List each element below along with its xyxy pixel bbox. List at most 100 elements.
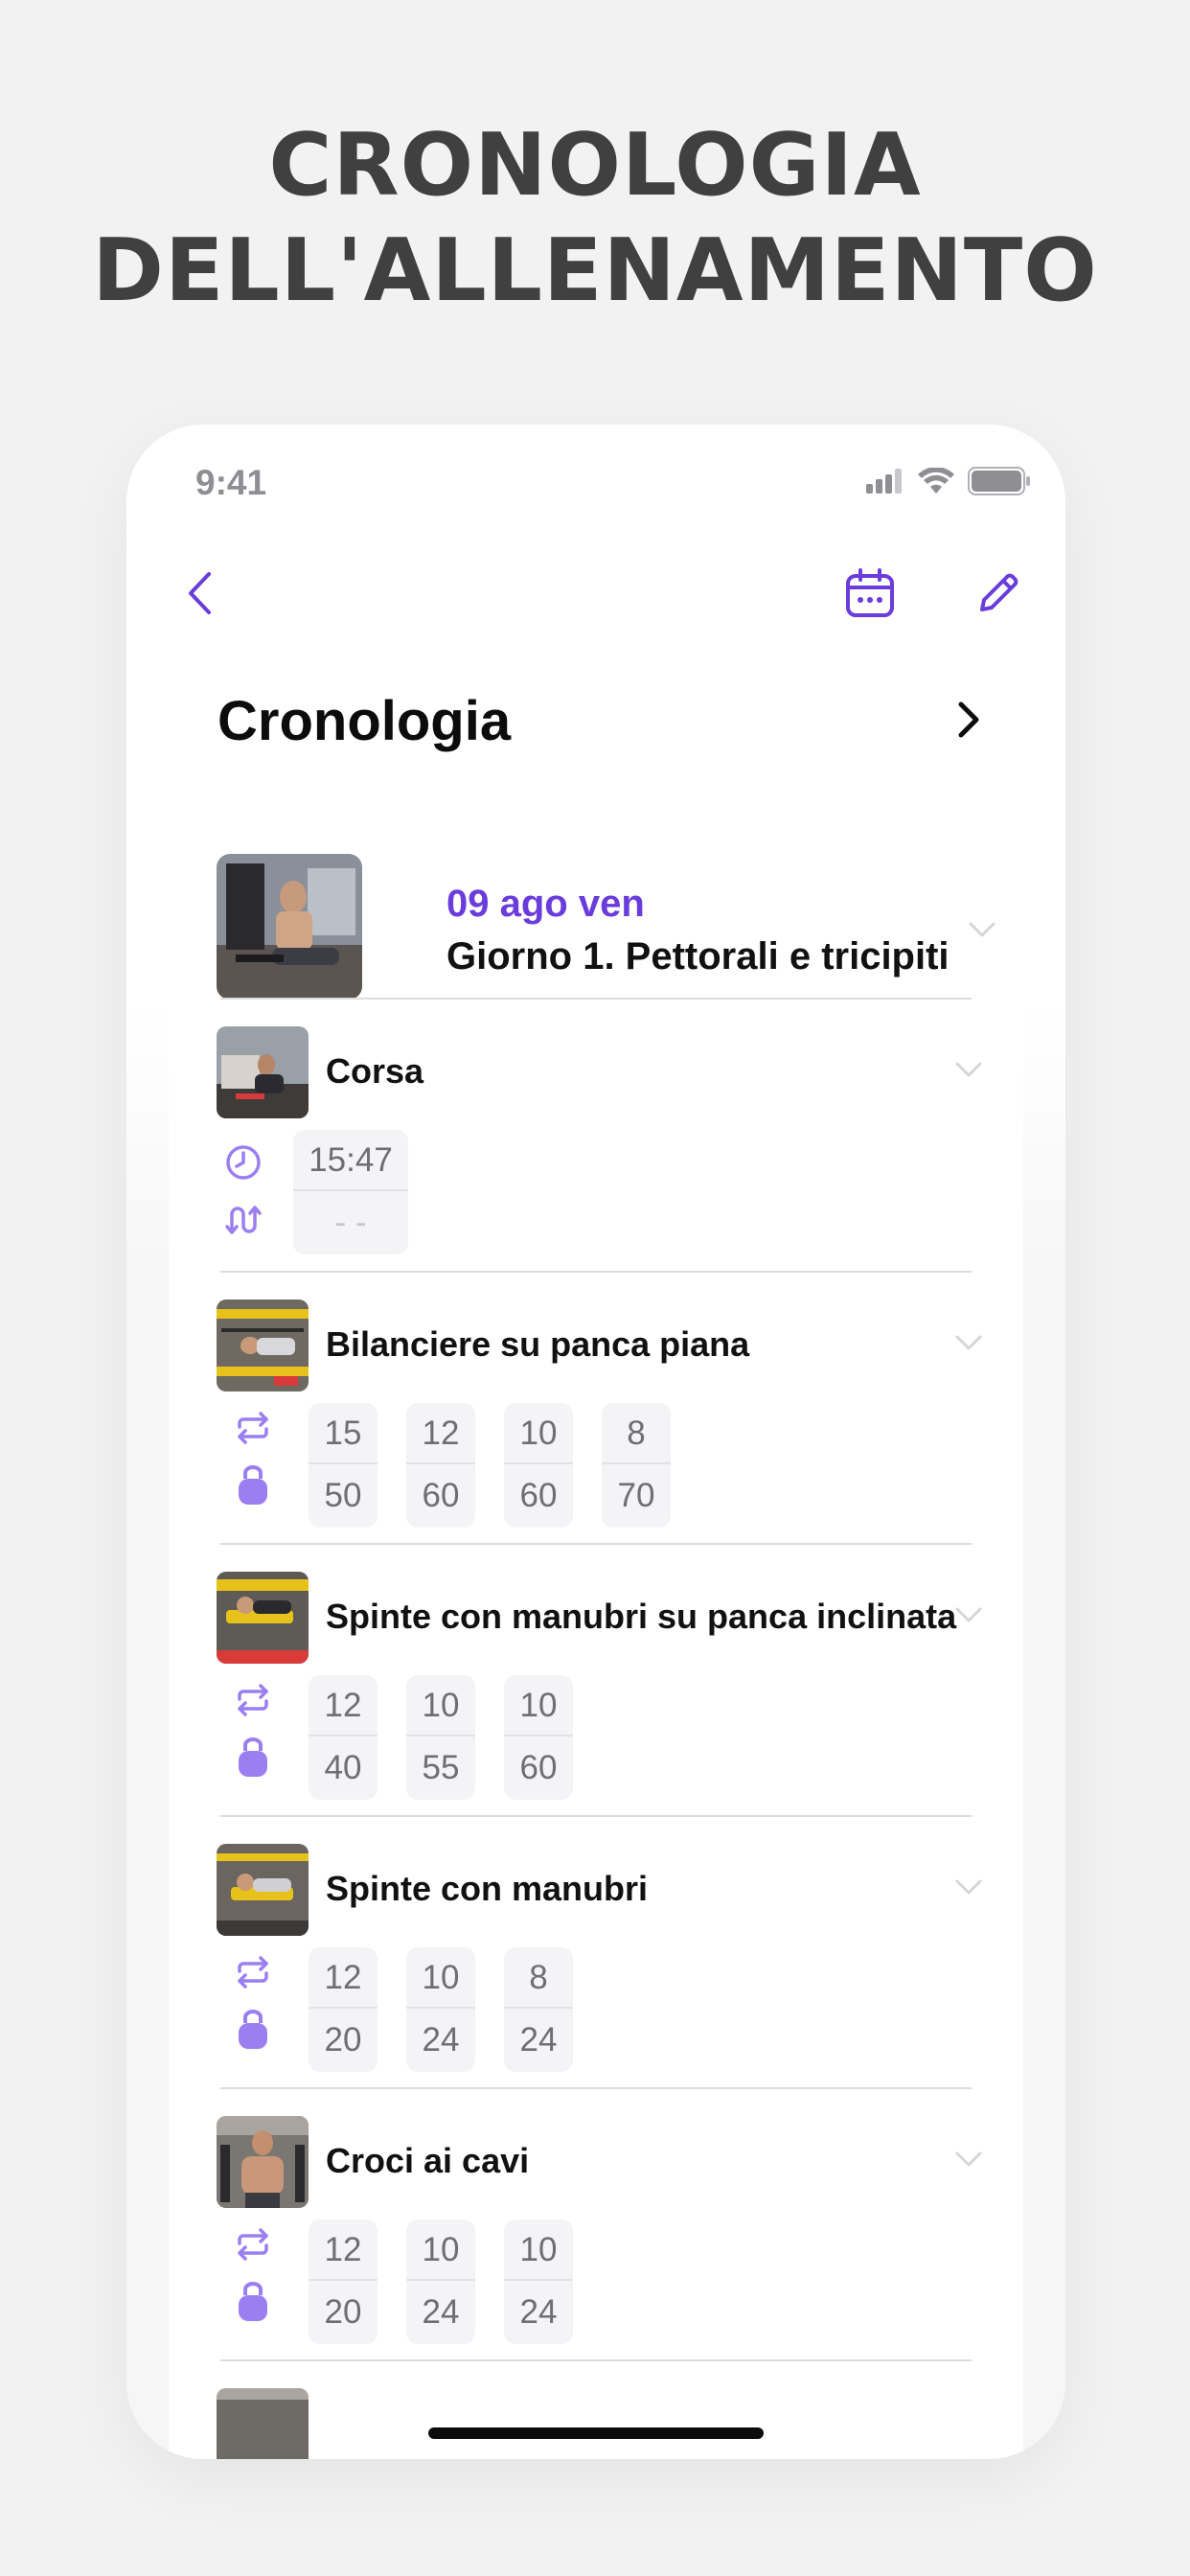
set-cell: 10 55 [406,1675,475,1800]
reps-value: 15 [309,1403,378,1464]
reps-value: 12 [309,1947,378,2009]
page-title: Cronologia [217,690,512,752]
reps-value: 10 [406,2220,475,2281]
chevron-down-icon[interactable] [968,921,996,938]
set-cell: 12 60 [406,1403,475,1528]
divider [220,2359,972,2361]
status-icons [866,467,1031,495]
weight-value: 60 [519,1477,558,1514]
workout-session-card: 09 ago ven Giorno 1. Pettorali e tricipi… [169,801,1023,2459]
weight-value: 40 [324,1749,362,1786]
weight-value: 50 [324,1477,362,1514]
weight-value: 60 [422,1477,460,1514]
exercise-thumbnail [217,1300,309,1392]
signal-icon [866,469,902,494]
exercise-name: Bilanciere su panca piana [326,1324,750,1364]
chevron-down-icon[interactable] [954,1334,983,1351]
reps-value: 10 [504,2220,573,2281]
chevron-left-icon [189,572,211,614]
exercise-item[interactable]: Corsa 15:47 - - [217,1026,983,1299]
reps-value: 10 [406,1675,475,1736]
headline-line-2: DELL'ALLENAMENTO [92,220,1098,321]
calendar-icon [846,568,894,617]
reps-value: 12 [309,2220,378,2281]
exercise-thumbnail [217,1844,309,1936]
divider [220,2087,972,2089]
weight-value: 55 [422,1749,460,1786]
weight-value: 70 [617,1477,655,1514]
set-cell: 12 20 [309,1947,378,2072]
exercise-name: Spinte con manubri [326,1869,649,1908]
phone-screen: 9:41 Cronologia 09 ago ven Giorno 1. Pet… [126,425,1065,2459]
chevron-right-icon[interactable] [953,697,984,743]
reps-value: 10 [406,1947,475,2009]
exercise-item[interactable]: Bilanciere su panca piana 15 50 12 60 10… [217,1300,983,1572]
reps-value: 12 [309,1675,378,1736]
chevron-down-icon[interactable] [954,1878,983,1896]
set-cell: 12 40 [309,1675,378,1800]
history-header[interactable]: Cronologia [217,683,984,760]
weight-value: 20 [324,2021,362,2058]
weight-value: 20 [324,2293,362,2331]
reps-value: 10 [504,1675,573,1736]
chevron-down-icon[interactable] [954,2150,983,2168]
distance-icon [222,1199,264,1241]
set-cell: 15 50 [309,1403,378,1528]
set-cell: 10 24 [406,1947,475,2072]
exercise-item[interactable]: Croci ai cavi 12 20 10 24 10 24 [217,2116,983,2388]
weight-value: 24 [422,2293,460,2331]
exercise-thumbnail [217,1026,309,1118]
set-cell: 12 20 [309,2220,378,2344]
reps-value: 8 [504,1947,573,2009]
weight-value: 24 [519,2021,558,2058]
duration-value: 15:47 [293,1130,408,1191]
weight-value: 24 [519,2293,558,2331]
repeat-icon [232,2223,274,2266]
set-cell: 15:47 - - [293,1130,408,1254]
reps-value: 10 [504,1403,573,1464]
clock-icon [222,1141,264,1184]
exercise-item[interactable]: Spinte con manubri su panca inclinata 12… [217,1572,983,1844]
session-thumbnail [217,854,362,1000]
exercise-name: Croci ai cavi [326,2141,530,2180]
weight-value: 60 [519,1749,558,1786]
exercise-item[interactable]: Spinte con manubri 12 20 10 24 8 24 [217,1844,983,2116]
marketing-headline: CRONOLOGIA DELL'ALLENAMENTO [0,113,1190,324]
edit-button[interactable] [962,557,1035,630]
wifi-icon [918,468,954,494]
set-cell: 10 24 [504,2220,573,2344]
set-cell: 8 24 [504,1947,573,2072]
repeat-icon [232,1407,274,1449]
session-name: Giorno 1. Pettorali e tricipiti [446,935,950,978]
calendar-button[interactable] [834,557,906,630]
set-cell: 8 70 [602,1403,671,1528]
status-time: 9:41 [195,463,267,502]
reps-value: 12 [406,1403,475,1464]
distance-value: - - [334,1204,367,1241]
divider [220,1815,972,1817]
session-header[interactable]: 09 ago ven Giorno 1. Pettorali e tricipi… [217,854,995,1002]
set-cell: 10 24 [406,2220,475,2344]
pencil-icon [980,573,1018,611]
exercise-name: Corsa [326,1051,424,1091]
kettlebell-icon [232,1736,274,1779]
weight-value: 24 [422,2021,460,2058]
kettlebell-icon [232,2281,274,2323]
reps-value: 8 [602,1403,671,1464]
set-cell: 10 60 [504,1403,573,1528]
divider [220,1543,972,1545]
headline-line-1: CRONOLOGIA [268,115,922,216]
exercise-thumbnail-partial [217,2388,309,2459]
battery-icon [968,467,1030,495]
session-date: 09 ago ven [446,883,645,925]
kettlebell-icon [232,1464,274,1506]
divider [220,998,972,1000]
home-indicator[interactable] [428,2427,764,2439]
exercise-thumbnail [217,1572,309,1664]
kettlebell-icon [232,2009,274,2051]
divider [220,1271,972,1273]
chevron-down-icon[interactable] [954,1606,983,1623]
chevron-down-icon[interactable] [954,1061,983,1078]
repeat-icon [232,1679,274,1721]
back-button[interactable] [165,559,234,628]
